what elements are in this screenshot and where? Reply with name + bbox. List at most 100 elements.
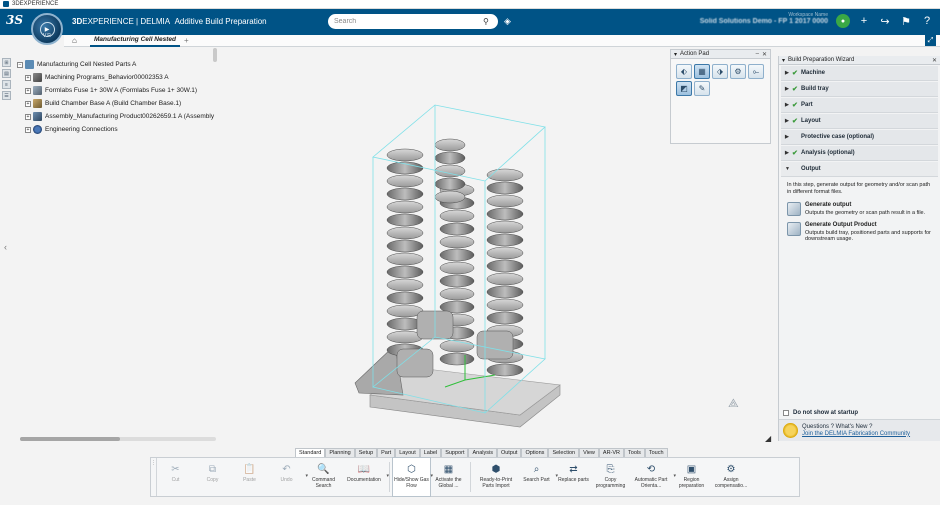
coil-segment[interactable] bbox=[386, 291, 424, 305]
chevron-left-icon[interactable]: ‹ bbox=[4, 242, 7, 252]
compass-button[interactable]: ▶ V.R bbox=[31, 13, 63, 45]
tab-ar-vr[interactable]: AR-VR bbox=[598, 448, 625, 457]
documentation-button[interactable]: 📖 Documentation ▾ bbox=[342, 458, 389, 496]
tree-item-programs[interactable]: + Machining Programs_Behavior00002353 A bbox=[17, 71, 217, 84]
coil-segment[interactable] bbox=[386, 252, 424, 266]
draw-icon[interactable]: ✎ bbox=[694, 81, 710, 96]
collapse-panel-icon[interactable]: ▾ bbox=[782, 57, 785, 64]
cut-button[interactable]: ✂ Cut bbox=[157, 458, 194, 496]
copy-button[interactable]: ⧉ Copy bbox=[194, 458, 231, 496]
coil-segment[interactable] bbox=[434, 138, 466, 152]
search-icon[interactable]: ⚲ bbox=[483, 17, 492, 26]
avatar[interactable]: ● bbox=[836, 14, 850, 28]
tree-item-assembly[interactable]: + Assembly_Manufacturing Product00262659… bbox=[17, 110, 217, 123]
coil-segment[interactable] bbox=[439, 274, 475, 288]
tag-icon[interactable]: ◈ bbox=[504, 16, 515, 27]
search-box[interactable]: ⚲ bbox=[328, 14, 498, 29]
assign-compensation-button[interactable]: ⚙ Assign compensatio... bbox=[710, 458, 752, 496]
expand-icon[interactable]: + bbox=[25, 87, 31, 94]
replace-parts-button[interactable]: ⇄ Replace parts bbox=[555, 458, 592, 496]
coil-segment[interactable] bbox=[439, 248, 475, 262]
action-pad-header[interactable]: ▾ Action Pad – ✕ bbox=[671, 50, 770, 59]
coil-segment[interactable] bbox=[486, 259, 524, 273]
hide-show-gas-flow-button[interactable]: ⬡ Hide/Show Gas Flow ▾ bbox=[392, 457, 433, 497]
coil-segment[interactable] bbox=[386, 200, 424, 214]
coil-segment[interactable] bbox=[434, 151, 466, 165]
tree-root[interactable]: − Manufacturing Cell Nested Parts A bbox=[17, 58, 217, 71]
copy-programming-button[interactable]: ⎘ Copy programming bbox=[592, 458, 629, 496]
wizard-header[interactable]: ▾ Build Preparation Wizard ✕ bbox=[779, 56, 940, 65]
coil-segment[interactable] bbox=[486, 285, 524, 299]
coil-segment[interactable] bbox=[386, 213, 424, 227]
command-search-button[interactable]: 🔍 Command Search bbox=[305, 458, 342, 496]
share-icon[interactable]: ↪ bbox=[878, 14, 892, 28]
help-icon[interactable]: ? bbox=[920, 14, 934, 28]
add-tab-icon[interactable]: + bbox=[184, 36, 189, 45]
support-icon[interactable]: ⬗ bbox=[712, 64, 728, 79]
coil-segment[interactable] bbox=[439, 222, 475, 236]
tab-view[interactable]: View bbox=[579, 448, 599, 457]
tree-item-connections[interactable]: + Engineering Connections bbox=[17, 123, 217, 136]
minimize-icon[interactable]: – bbox=[756, 51, 759, 58]
search-part-button[interactable]: ⌕ Search Part ▾ bbox=[518, 458, 558, 496]
dropdown-icon[interactable]: ▾ bbox=[386, 473, 389, 479]
coil-segment[interactable] bbox=[439, 261, 475, 275]
undo-button[interactable]: ↶ Undo ▾ bbox=[268, 458, 308, 496]
generate-output-icon[interactable] bbox=[787, 202, 801, 216]
region-preparation-button[interactable]: ▣ Region preparation bbox=[673, 458, 710, 496]
wizard-step-layout[interactable]: ▶ ✔ Layout bbox=[781, 114, 938, 129]
generate-output-product-icon[interactable] bbox=[787, 222, 801, 236]
activate-global-button[interactable]: ▦ Activate the Global ... bbox=[430, 458, 467, 496]
tab-planning[interactable]: Planning bbox=[325, 448, 355, 457]
home-icon[interactable]: ⌂ bbox=[72, 36, 84, 45]
expand-icon[interactable]: + bbox=[25, 100, 31, 107]
tab-output[interactable]: Output bbox=[496, 448, 522, 457]
coil-segment[interactable] bbox=[439, 287, 475, 301]
wizard-step-machine[interactable]: ▶ ✔ Machine bbox=[781, 66, 938, 81]
tree-item-machine[interactable]: + Formlabs Fuse 1+ 30W A (Formlabs Fuse … bbox=[17, 84, 217, 97]
wizard-step-output[interactable]: ▼✔Output bbox=[781, 162, 938, 177]
coil-segment[interactable] bbox=[434, 190, 466, 204]
list-view-icon[interactable]: ☰ bbox=[2, 91, 11, 100]
tab-standard[interactable]: Standard bbox=[295, 448, 326, 457]
coil-segment[interactable] bbox=[486, 246, 524, 260]
coil-segment[interactable] bbox=[386, 174, 424, 188]
collapse-panel-icon[interactable]: ▾ bbox=[674, 51, 677, 58]
coil-segment[interactable] bbox=[386, 148, 424, 162]
collaboration-icon[interactable]: ⚑ bbox=[899, 14, 913, 28]
tab-layout[interactable]: Layout bbox=[395, 448, 420, 457]
coil-segment[interactable] bbox=[486, 207, 524, 221]
coil-segment[interactable] bbox=[486, 311, 524, 325]
coil-segment[interactable] bbox=[434, 177, 466, 191]
close-icon[interactable]: ✕ bbox=[932, 57, 940, 64]
coil-segment[interactable] bbox=[386, 187, 424, 201]
coil-segment[interactable] bbox=[386, 239, 424, 253]
tab-selection[interactable]: Selection bbox=[548, 448, 580, 457]
filter-icon[interactable]: ▤ bbox=[2, 69, 11, 78]
coil-segment[interactable] bbox=[486, 272, 524, 286]
user-info[interactable]: Workspace Name Solid Solutions Demo - FP… bbox=[686, 12, 828, 25]
coil-segment[interactable] bbox=[486, 220, 524, 234]
coil-segment[interactable] bbox=[486, 168, 524, 182]
gear-part-icon[interactable]: ⚙ bbox=[730, 64, 746, 79]
tab-tools[interactable]: Tools bbox=[624, 448, 645, 457]
layers-icon[interactable]: ≡ bbox=[2, 80, 11, 89]
tree-scrollbar[interactable] bbox=[213, 48, 217, 62]
wizard-step-analysis[interactable]: ▶ ✔ Analysis (optional) bbox=[781, 146, 938, 161]
build-model-3d[interactable] bbox=[345, 95, 585, 435]
coil-segment[interactable] bbox=[439, 209, 475, 223]
add-icon[interactable]: + bbox=[857, 14, 871, 28]
compass-gizmo-icon[interactable]: ⟁ bbox=[728, 396, 739, 411]
tab-options[interactable]: Options bbox=[521, 448, 549, 457]
tree-item-chamber[interactable]: + Build Chamber Base A (Build Chamber Ba… bbox=[17, 97, 217, 110]
parts-import-button[interactable]: ⬢ Ready-to-Print Parts Import bbox=[474, 458, 518, 496]
coil-segment[interactable] bbox=[386, 226, 424, 240]
expand-icon[interactable]: + bbox=[25, 113, 31, 120]
lattice-icon[interactable]: ▦ bbox=[694, 64, 710, 79]
close-icon[interactable]: ✕ bbox=[762, 51, 767, 58]
coil-segment[interactable] bbox=[386, 265, 424, 279]
tab-analysis[interactable]: Analysis bbox=[468, 448, 497, 457]
community-link[interactable]: Join the DELMIA Fabrication Community bbox=[802, 431, 910, 438]
coil-segment[interactable] bbox=[486, 233, 524, 247]
coil-segment[interactable] bbox=[486, 363, 524, 377]
